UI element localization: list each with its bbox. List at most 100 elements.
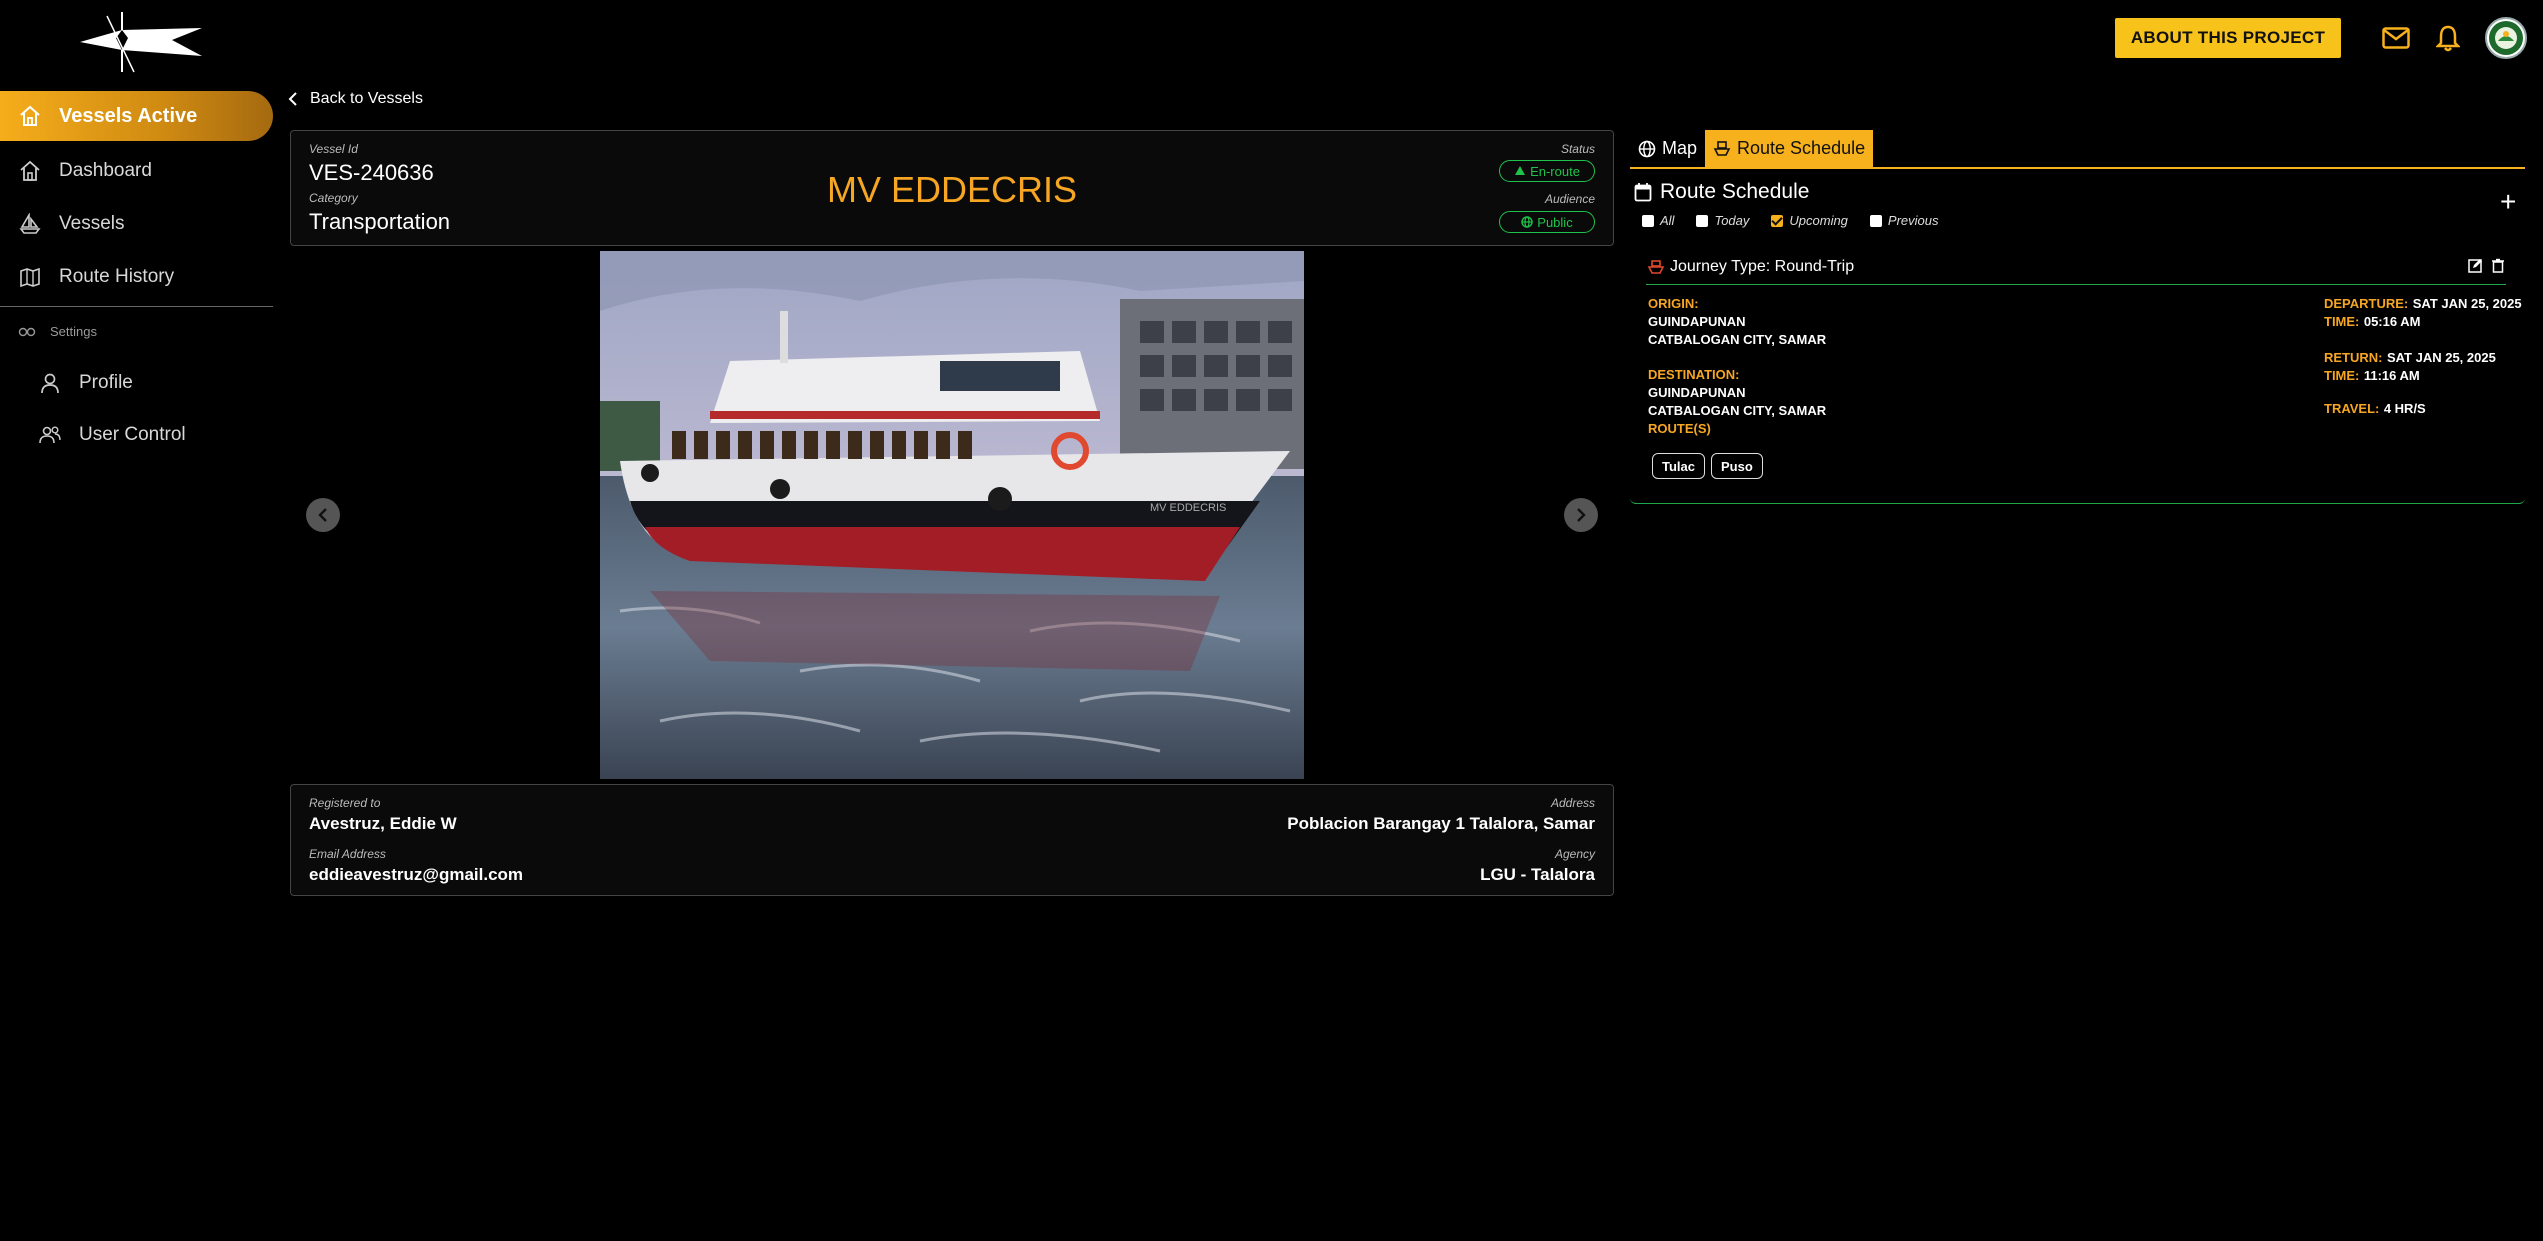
return-value: SAT JAN 25, 2025 [2386,350,2496,365]
registered-label: Registered to [309,796,381,810]
filter-all-checkbox[interactable] [1642,214,1654,227]
vessel-info-card: Vessel Id VES-240636 Category Transporta… [290,130,1614,246]
travel-label: TRAVEL: [2324,401,2380,416]
origin-label: ORIGIN: [1648,296,1699,311]
ship-icon [18,212,42,236]
vessel-id-label: Vessel Id [309,142,358,156]
departure-time-value: 05:16 AM [2363,314,2421,329]
agency-value: LGU - Talalora [1480,865,1595,884]
departure-value: SAT JAN 25, 2025 [2412,296,2522,311]
filter-upcoming-checkbox[interactable] [1771,214,1784,227]
hull-name-text: MV EDDECRIS [1150,502,1226,514]
journey-tools [2468,258,2505,273]
owner-info-card: Registered to Avestruz, Eddie W Email Ad… [290,784,1614,896]
audience-label: Audience [1544,192,1595,206]
settings-header: Settings [18,324,97,339]
calendar-icon [1634,182,1652,202]
trash-icon[interactable] [2491,258,2505,273]
journey-divider [1646,284,2506,285]
journey-card: Journey Type: Round-Trip ORIGIN: GUINDAP… [1630,250,2525,504]
edit-icon[interactable] [2468,258,2483,273]
sidebar-item-label: User Control [79,424,186,445]
filter-label: All [1660,213,1675,228]
add-schedule-button[interactable]: + [2500,188,2516,216]
agency-label: Agency [1554,847,1595,861]
settings-icon [18,325,36,339]
departure-label: DEPARTURE: [2324,296,2409,311]
return-label: RETURN: [2324,350,2383,365]
departure-block: DEPARTURE: SAT JAN 25, 2025 TIME: 05:16 … [2324,295,2522,331]
sidebar-item-label: Vessels Active [59,104,198,127]
about-project-button[interactable]: ABOUT THIS PROJECT [2115,18,2341,58]
carousel-next-button[interactable] [1564,498,1598,532]
registered-value: Avestruz, Eddie W [309,814,457,833]
filter-today-checkbox[interactable] [1696,214,1709,227]
destination-block: DESTINATION: GUINDAPUNAN CATBALOGAN CITY… [1648,366,1826,420]
travel-block: TRAVEL: 4 HR/S [2324,400,2426,418]
destination-label: DESTINATION: [1648,367,1740,382]
home-icon [18,159,42,183]
user-icon [38,371,62,395]
route-chip[interactable]: Puso [1711,453,1763,479]
panel-tabs: Map Route Schedule [1630,130,2525,169]
filter-previous-checkbox[interactable] [1869,214,1882,227]
filter-label: Today [1714,213,1750,228]
sidebar-item-user-control[interactable]: User Control [0,412,273,458]
filter-label: Upcoming [1789,213,1848,228]
avatar[interactable] [2485,17,2527,59]
return-time-value: 11:16 AM [2363,368,2420,383]
filter-label: Previous [1887,213,1939,228]
sidebar-item-route-history[interactable]: Route History [0,254,273,300]
sidebar-item-label: Profile [79,372,133,393]
ship-icon [1713,140,1731,158]
app-logo[interactable] [72,6,212,76]
return-time-label: TIME: [2324,368,2360,383]
routes-block: ROUTE(S) [1648,420,1711,438]
schedule-filters: All Today Upcoming Previous [1642,213,1955,228]
tab-label: Map [1662,138,1698,158]
email-value: eddieavestruz@gmail.com [309,865,524,884]
vessel-name: MV EDDECRIS [826,169,1078,210]
back-to-vessels-link[interactable]: Back to Vessels [288,90,423,108]
vessel-photo: MV EDDECRIS [600,251,1304,779]
back-label: Back to Vessels [310,90,423,107]
email-label: Email Address [309,847,386,861]
tab-route-schedule[interactable]: Route Schedule [1705,130,1874,167]
sidebar-item-dashboard[interactable]: Dashboard [0,148,273,194]
status-label: Status [1560,142,1595,156]
users-icon [38,423,62,447]
origin-value: GUINDAPUNAN [1648,314,1746,329]
carousel-prev-button[interactable] [306,498,340,532]
address-label: Address [1550,796,1595,810]
map-icon [18,265,42,289]
mail-icon[interactable] [2380,22,2412,54]
journey-type: Journey Type: Round-Trip [1648,258,1854,276]
destination-value: GUINDAPUNAN [1648,385,1746,400]
settings-label: Settings [50,324,97,339]
departure-time-label: TIME: [2324,314,2360,329]
globe-icon [1521,216,1533,228]
ship-icon [1514,165,1526,177]
route-chip[interactable]: Tulac [1652,453,1705,479]
routes-label: ROUTE(S) [1648,421,1711,436]
sidebar-item-vessels[interactable]: Vessels [0,201,273,247]
route-schedule-title: Route Schedule [1634,180,1809,204]
audience-text: Public [1537,214,1573,230]
origin-city: CATBALOGAN CITY, SAMAR [1648,332,1827,347]
sidebar-item-label: Vessels [59,213,125,234]
status-text: En-route [1530,163,1580,179]
travel-value: 4 HR/S [2383,401,2426,416]
sidebar-item-vessels-active[interactable]: Vessels Active [0,91,273,141]
status-badge: En-route [1499,160,1595,182]
tab-label: Route Schedule [1737,138,1866,158]
sidebar-item-profile[interactable]: Profile [0,360,273,406]
sidebar-divider [0,306,273,307]
sidebar-item-label: Dashboard [59,160,152,181]
audience-badge: Public [1499,211,1595,233]
tab-map[interactable]: Map [1630,130,1705,167]
category-value: Transportation [309,209,451,234]
globe-icon [1638,140,1656,158]
vessel-photo-carousel: MV EDDECRIS [290,251,1614,779]
bell-icon[interactable] [2432,22,2464,54]
address-value: Poblacion Barangay 1 Talalora, Samar [1287,814,1595,833]
